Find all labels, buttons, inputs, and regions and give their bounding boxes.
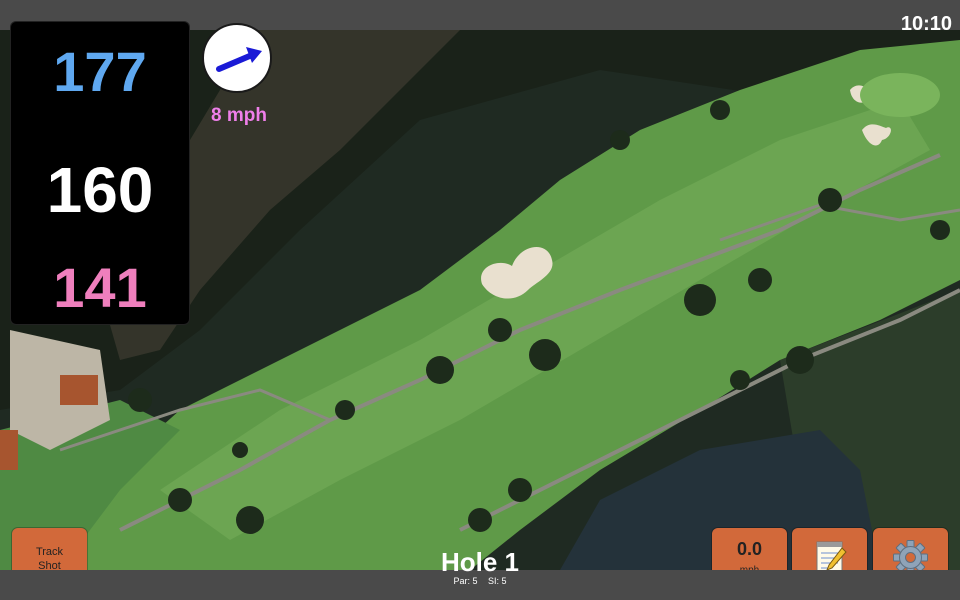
hole-info: Par: 5 SI: 5 bbox=[380, 577, 580, 586]
wind-speed-label: 8 mph bbox=[211, 105, 267, 126]
track-shot-label-line1: Track bbox=[35, 546, 64, 558]
wind-arrow-icon bbox=[216, 47, 262, 72]
status-time: 10:10 bbox=[900, 13, 952, 35]
hole-title: Hole 1 bbox=[440, 547, 520, 577]
distance-panel: 177 160 141 bbox=[11, 22, 189, 324]
distance-back: 177 bbox=[53, 40, 147, 103]
wind-indicator bbox=[202, 23, 272, 93]
distance-front: 141 bbox=[53, 256, 147, 319]
hole-stroke-index: SI: 5 bbox=[488, 576, 507, 586]
distance-center: 160 bbox=[46, 154, 154, 226]
swing-speed-value: 0.0 bbox=[736, 539, 763, 559]
hole-par: Par: 5 bbox=[453, 576, 478, 586]
